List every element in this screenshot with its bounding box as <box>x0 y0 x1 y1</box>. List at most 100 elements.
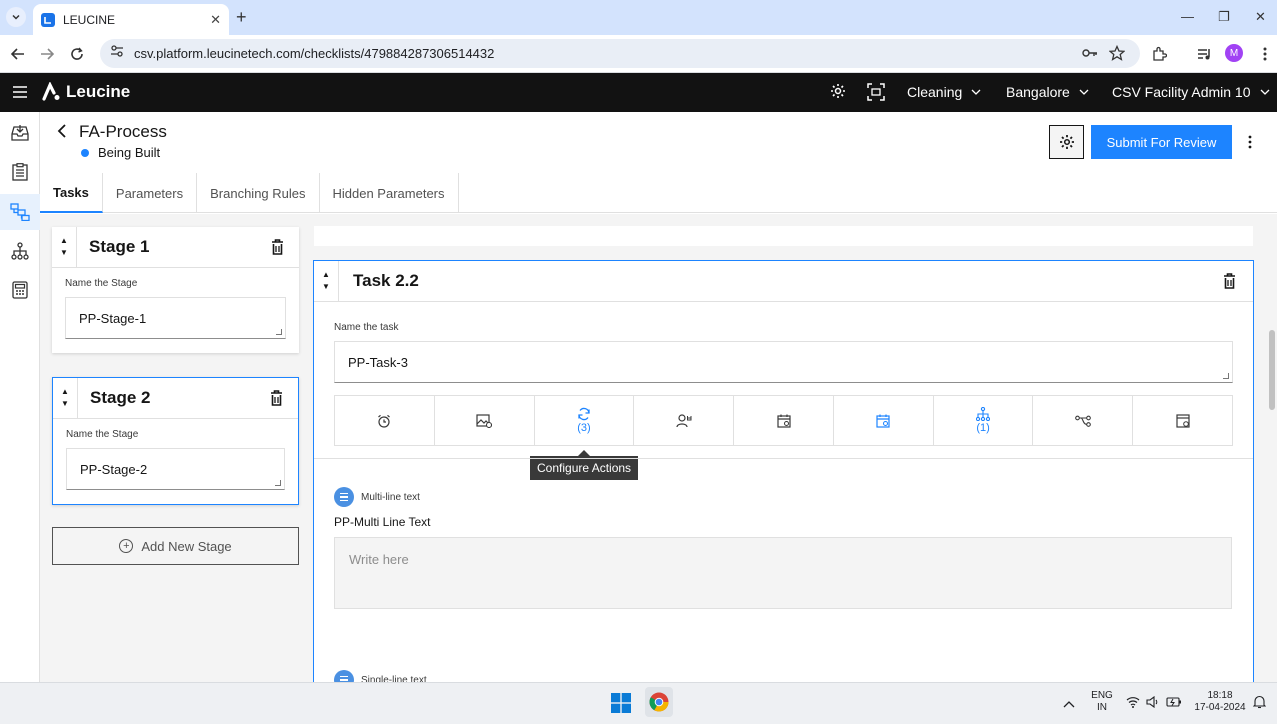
move-down-icon[interactable]: ▼ <box>322 281 330 293</box>
wifi-icon[interactable] <box>1126 695 1140 713</box>
back-arrow-icon[interactable] <box>9 45 27 63</box>
clipboard-list-icon <box>12 163 28 181</box>
stage-name-input[interactable]: PP-Stage-2 <box>66 448 285 490</box>
dependency-count: (1) <box>976 422 990 434</box>
reorder-arrows[interactable]: ▲ ▼ <box>53 377 78 419</box>
language-indicator[interactable]: ENG IN <box>1090 690 1114 714</box>
image-add-icon <box>476 413 493 428</box>
reorder-arrows[interactable]: ▲ ▼ <box>52 226 77 268</box>
media-controls-icon[interactable] <box>1195 45 1213 63</box>
tab-branching-rules[interactable]: Branching Rules <box>197 173 320 213</box>
move-down-icon[interactable]: ▼ <box>61 398 69 410</box>
clock[interactable]: 18:18 17-04-2024 <box>1192 690 1248 714</box>
tab-search-dropdown-icon[interactable] <box>6 7 26 27</box>
editor-workspace: ▲ ▼ Stage 1 Name the Stage PP-Stage-1 ▲ … <box>40 214 1277 682</box>
refresh-actions-icon <box>578 407 590 421</box>
delete-stage-icon[interactable] <box>270 390 283 411</box>
chevron-up-icon[interactable] <box>1063 695 1075 713</box>
settings-gear-icon[interactable] <box>830 83 846 104</box>
stage-card[interactable]: ▲ ▼ Stage 1 Name the Stage PP-Stage-1 <box>52 226 299 353</box>
left-nav-rail <box>0 112 40 682</box>
parameter-card[interactable]: Single-line text <box>334 670 1232 682</box>
nav-reports[interactable] <box>0 272 40 308</box>
scan-frame-icon[interactable] <box>867 83 885 106</box>
nav-inbox[interactable] <box>0 115 40 151</box>
reorder-arrows[interactable]: ▲ ▼ <box>314 260 339 302</box>
timer-button[interactable] <box>335 396 435 445</box>
actions-count: (3) <box>577 422 591 434</box>
tab-tasks[interactable]: Tasks <box>40 173 103 213</box>
move-down-icon[interactable]: ▼ <box>60 247 68 259</box>
minimize-icon[interactable]: — <box>1181 9 1194 24</box>
speaker-icon[interactable] <box>1146 695 1160 713</box>
user-dropdown[interactable]: CSV Facility Admin 10 <box>1112 84 1270 100</box>
use-case-dropdown[interactable]: Cleaning <box>907 84 981 100</box>
nav-processes[interactable] <box>0 194 40 230</box>
configure-actions-button[interactable]: (3) <box>535 396 635 445</box>
reload-icon[interactable] <box>68 45 86 63</box>
resize-handle-icon[interactable] <box>276 329 282 335</box>
chrome-taskbar-icon[interactable] <box>645 687 673 717</box>
parameter-card[interactable]: Multi-line text PP-Multi Line Text Write… <box>334 487 1232 609</box>
hamburger-menu-icon[interactable] <box>12 85 28 104</box>
maximize-icon[interactable]: ❐ <box>1218 9 1230 25</box>
status-badge: Being Built <box>81 145 160 160</box>
resize-handle-icon[interactable] <box>1223 373 1229 379</box>
due-date-button[interactable] <box>834 396 934 445</box>
multi-line-text-input[interactable]: Write here <box>334 537 1232 609</box>
move-up-icon[interactable]: ▲ <box>322 269 330 281</box>
back-chevron-icon[interactable] <box>57 124 67 143</box>
windows-start-icon[interactable] <box>611 693 631 718</box>
password-key-icon[interactable] <box>1082 46 1098 65</box>
notification-bell-icon[interactable] <box>1252 695 1267 714</box>
task-title: Task 2.2 <box>353 271 419 290</box>
tab-close-icon[interactable]: ✕ <box>210 12 221 28</box>
leucine-logo[interactable]: Leucine <box>41 82 130 102</box>
chevron-down-icon <box>1260 87 1270 98</box>
media-button[interactable] <box>435 396 535 445</box>
battery-icon[interactable] <box>1166 695 1182 713</box>
delete-stage-icon[interactable] <box>271 239 284 260</box>
previous-task-card[interactable] <box>314 226 1253 246</box>
save-form-icon <box>1176 413 1190 428</box>
gear-icon <box>1059 135 1074 149</box>
profile-avatar[interactable]: M <box>1225 44 1243 62</box>
delete-task-icon[interactable] <box>1223 273 1236 294</box>
assign-users-button[interactable] <box>634 396 735 445</box>
plus-circle-icon: + <box>119 539 134 553</box>
branching-button[interactable] <box>1033 396 1134 445</box>
move-up-icon[interactable]: ▲ <box>61 386 69 398</box>
facility-dropdown[interactable]: Bangalore <box>1006 84 1089 100</box>
bookmark-star-icon[interactable] <box>1108 44 1126 66</box>
task-name-input[interactable]: PP-Task-3 <box>334 341 1233 383</box>
submit-for-review-button[interactable]: Submit For Review <box>1091 125 1232 159</box>
address-bar[interactable]: csv.platform.leucinetech.com/checklists/… <box>100 39 1140 68</box>
site-info-icon[interactable] <box>110 44 124 63</box>
resize-handle-icon[interactable] <box>275 480 281 486</box>
tab-parameters[interactable]: Parameters <box>103 173 198 213</box>
nav-jobs[interactable] <box>0 154 40 190</box>
task-dependency-button[interactable]: (1) <box>934 396 1034 445</box>
process-settings-button[interactable] <box>1049 125 1084 159</box>
calendar-timer-icon <box>876 414 890 428</box>
move-up-icon[interactable]: ▲ <box>60 235 68 247</box>
browser-tab[interactable]: LEUCINE ✕ <box>33 4 229 35</box>
extensions-icon[interactable] <box>1150 45 1168 63</box>
more-options-icon[interactable] <box>1238 125 1261 159</box>
task-card-active[interactable]: ▲ ▼ Task 2.2 Name the task PP-Task-3 (3) <box>313 260 1254 682</box>
scrollbar-track[interactable] <box>1266 214 1277 682</box>
stage-card-active[interactable]: ▲ ▼ Stage 2 Name the Stage PP-Stage-2 <box>52 377 299 505</box>
parameter-type-label: Multi-line text <box>361 491 420 503</box>
save-form-button[interactable] <box>1133 396 1232 445</box>
new-tab-icon[interactable]: + <box>236 8 247 26</box>
window-close-icon[interactable]: ✕ <box>1255 9 1266 25</box>
stage-name-input[interactable]: PP-Stage-1 <box>65 297 286 339</box>
schedule-button[interactable] <box>734 396 834 445</box>
process-tabs: Tasks Parameters Branching Rules Hidden … <box>40 173 1277 213</box>
nav-ontology[interactable] <box>0 233 40 269</box>
forward-arrow-icon[interactable] <box>38 45 56 63</box>
browser-menu-icon[interactable] <box>1256 45 1274 63</box>
scrollbar-thumb[interactable] <box>1269 330 1275 410</box>
tab-hidden-parameters[interactable]: Hidden Parameters <box>320 173 459 213</box>
add-new-stage-button[interactable]: + Add New Stage <box>52 527 299 565</box>
